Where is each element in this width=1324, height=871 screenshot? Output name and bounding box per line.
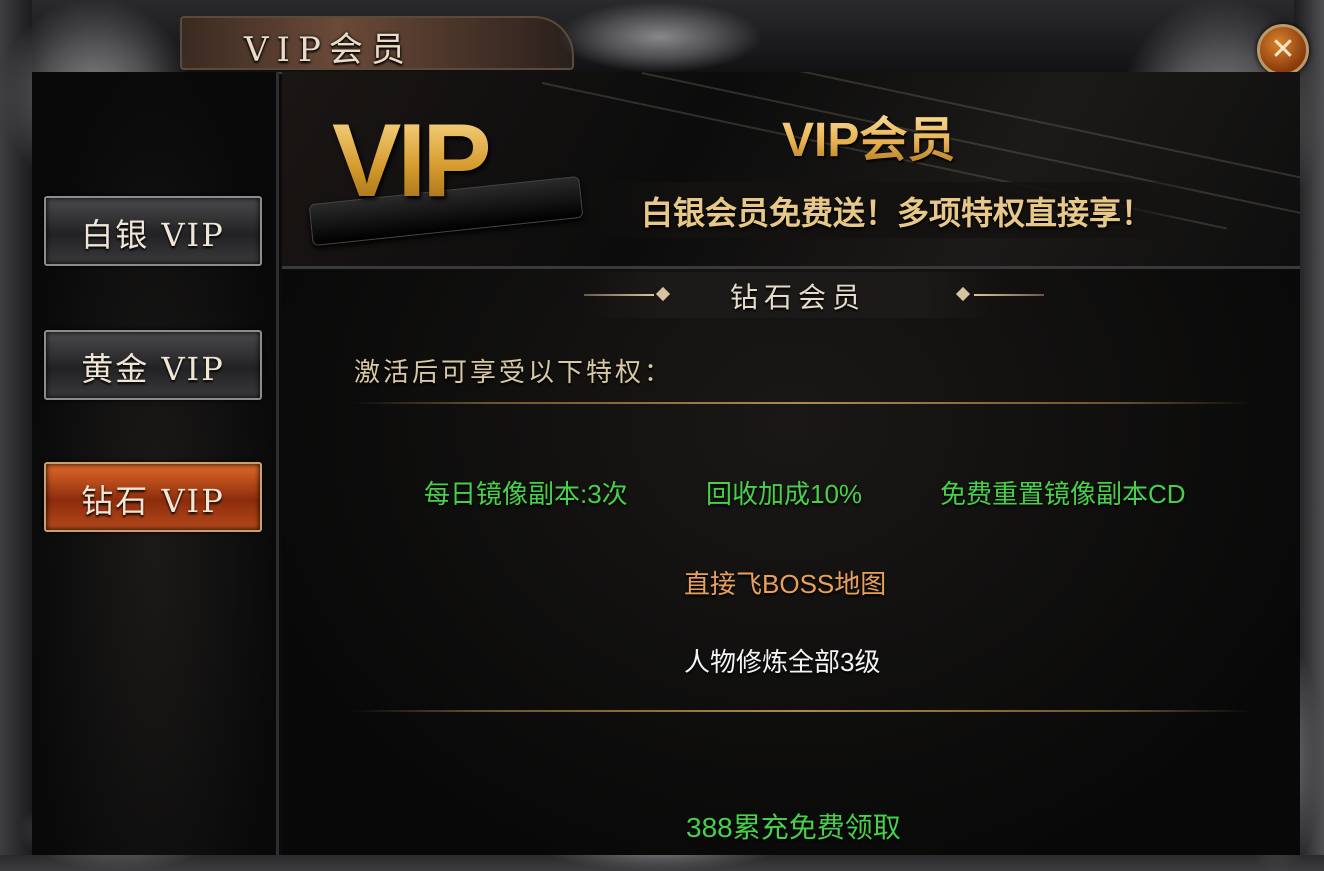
perk-item: 免费重置镜像副本CD xyxy=(940,479,1186,509)
close-icon: ✕ xyxy=(1270,32,1296,67)
vip-window: VIP会员 ✕ 白银 VIP 黄金 VIP 钻石 VIP VIP VIP会员 白… xyxy=(0,0,1324,871)
divider-line xyxy=(584,294,654,296)
close-button[interactable]: ✕ xyxy=(1257,24,1309,76)
vip-content-panel: VIP VIP会员 白银会员免费送！多项特权直接享！ 钻石会员 激活后可享受以下… xyxy=(282,72,1300,855)
vip-banner: VIP VIP会员 白银会员免费送！多项特权直接享！ xyxy=(282,72,1300,269)
tab-diamond-vip[interactable]: 钻石 VIP xyxy=(44,462,262,532)
window-title: VIP会员 xyxy=(244,30,413,70)
perk-item: 回收加成10% xyxy=(706,479,863,509)
divider-line xyxy=(974,294,1044,296)
vip-logo: VIP xyxy=(332,103,492,219)
tab-label: 黄金 VIP xyxy=(81,350,225,388)
perk-item: 人物修炼全部3级 xyxy=(684,647,881,677)
banner-title: VIP会员 xyxy=(782,100,955,170)
tab-label: 钻石 VIP xyxy=(81,482,225,520)
diamond-ornament-icon xyxy=(655,286,671,302)
privilege-intro: 激活后可享受以下特权： xyxy=(354,358,674,388)
vip-tier-sidebar: 白银 VIP 黄金 VIP 钻石 VIP xyxy=(32,72,279,855)
perk-item: 直接飞BOSS地图 xyxy=(684,569,887,599)
tab-silver-vip[interactable]: 白银 VIP xyxy=(44,196,262,266)
section-header: 钻石会员 xyxy=(282,272,1300,316)
perk-item: 每日镜像副本:3次 xyxy=(424,479,628,509)
diamond-ornament-icon xyxy=(955,286,971,302)
dragon-ornament-icon xyxy=(560,2,760,72)
tab-label: 白银 VIP xyxy=(81,216,225,254)
claim-reward-link[interactable]: 388累充免费领取 xyxy=(686,806,901,846)
section-title: 钻石会员 xyxy=(730,281,867,314)
divider xyxy=(352,710,1252,712)
banner-subtitle: 白银会员免费送！多项特权直接享！ xyxy=(640,195,1153,231)
window-title-tab: VIP会员 xyxy=(180,16,574,70)
tab-gold-vip[interactable]: 黄金 VIP xyxy=(44,330,262,400)
divider xyxy=(352,402,1252,404)
